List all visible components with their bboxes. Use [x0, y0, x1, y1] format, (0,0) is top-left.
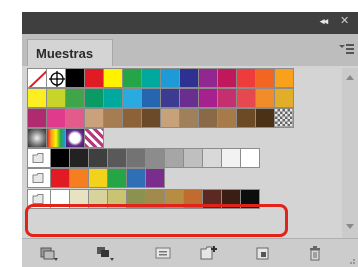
color-swatch[interactable] — [126, 168, 146, 188]
color-swatch[interactable] — [107, 148, 127, 168]
panel-bottom-toolbar — [22, 238, 358, 267]
color-swatch[interactable] — [198, 68, 218, 88]
swatch-gradient[interactable] — [46, 128, 66, 148]
resize-grip-icon[interactable] — [346, 255, 356, 265]
color-swatch[interactable] — [88, 168, 108, 188]
color-swatch[interactable] — [27, 88, 47, 108]
panel-title-bar: ◂◂ ✕ — [22, 12, 358, 34]
color-swatch[interactable] — [50, 148, 70, 168]
highlight-outline — [25, 204, 288, 237]
color-swatch[interactable] — [141, 108, 161, 128]
color-swatch[interactable] — [65, 88, 85, 108]
color-swatch[interactable] — [179, 68, 199, 88]
swatch-registration[interactable] — [46, 68, 66, 88]
color-swatch[interactable] — [88, 148, 108, 168]
new-swatch-icon[interactable] — [254, 245, 272, 261]
color-swatch[interactable] — [202, 148, 222, 168]
color-swatch[interactable] — [69, 148, 89, 168]
tab-label: Muestras — [36, 46, 94, 61]
swatch-row — [27, 108, 336, 128]
color-swatch[interactable] — [50, 168, 70, 188]
color-swatch[interactable] — [84, 88, 104, 108]
swatch-libraries-icon[interactable] — [40, 245, 58, 261]
tab-row: Muestras — [22, 34, 358, 66]
color-swatch[interactable] — [122, 88, 142, 108]
color-swatch[interactable] — [160, 68, 180, 88]
color-swatch[interactable] — [141, 88, 161, 108]
delete-swatch-icon[interactable] — [306, 245, 324, 261]
swatch-pattern[interactable] — [84, 128, 104, 148]
swatches-panel: ◂◂ ✕ Muestras — [22, 12, 358, 267]
color-swatch[interactable] — [255, 88, 275, 108]
scrollbar[interactable] — [342, 68, 358, 238]
color-swatch[interactable] — [217, 88, 237, 108]
collapse-icon[interactable]: ◂◂ — [320, 16, 328, 27]
color-swatch[interactable] — [103, 108, 123, 128]
color-swatch[interactable] — [160, 108, 180, 128]
color-swatch[interactable] — [183, 148, 203, 168]
show-swatch-kinds-icon[interactable] — [96, 245, 114, 261]
panel-menu-icon[interactable] — [338, 42, 354, 56]
color-swatch[interactable] — [179, 88, 199, 108]
swatch-pattern[interactable] — [274, 108, 294, 128]
color-swatch[interactable] — [145, 148, 165, 168]
color-swatch[interactable] — [164, 148, 184, 168]
color-swatch[interactable] — [141, 68, 161, 88]
color-swatch[interactable] — [69, 168, 89, 188]
color-swatch[interactable] — [179, 108, 199, 128]
color-swatch[interactable] — [103, 68, 123, 88]
color-swatch[interactable] — [217, 68, 237, 88]
color-swatch[interactable] — [236, 68, 256, 88]
swatch-gradient[interactable] — [65, 128, 85, 148]
color-swatch[interactable] — [160, 88, 180, 108]
scroll-down-icon[interactable] — [342, 218, 358, 234]
color-swatch[interactable] — [65, 108, 85, 128]
color-swatch[interactable] — [255, 68, 275, 88]
color-swatch[interactable] — [65, 68, 85, 88]
new-color-group-icon[interactable] — [200, 245, 218, 261]
swatch-none[interactable] — [27, 68, 48, 88]
color-swatch[interactable] — [198, 108, 218, 128]
color-swatch[interactable] — [240, 148, 260, 168]
color-swatch[interactable] — [27, 108, 47, 128]
swatch-row — [27, 168, 336, 188]
color-group-folder-icon[interactable] — [27, 148, 51, 168]
swatch-row — [27, 148, 336, 168]
color-swatch[interactable] — [145, 168, 165, 188]
swatch-row — [27, 68, 336, 88]
swatch-row — [27, 128, 336, 148]
color-swatch[interactable] — [122, 108, 142, 128]
color-swatch[interactable] — [236, 108, 256, 128]
color-swatch[interactable] — [84, 108, 104, 128]
color-swatch[interactable] — [274, 88, 294, 108]
color-swatch[interactable] — [46, 88, 66, 108]
color-swatch[interactable] — [217, 108, 237, 128]
color-swatch[interactable] — [236, 88, 256, 108]
scroll-up-icon[interactable] — [342, 70, 358, 86]
color-swatch[interactable] — [103, 88, 123, 108]
swatch-options-icon[interactable] — [154, 245, 172, 261]
color-swatch[interactable] — [107, 168, 127, 188]
color-swatch[interactable] — [126, 148, 146, 168]
color-swatch[interactable] — [255, 108, 275, 128]
color-swatch[interactable] — [198, 88, 218, 108]
close-icon[interactable]: ✕ — [340, 14, 349, 27]
swatch-gradient[interactable] — [27, 128, 47, 148]
tab-muestras[interactable]: Muestras — [27, 39, 113, 66]
color-swatch[interactable] — [122, 68, 142, 88]
color-group-folder-icon[interactable] — [27, 168, 51, 188]
color-swatch[interactable] — [274, 68, 294, 88]
swatch-row — [27, 88, 336, 108]
color-swatch[interactable] — [221, 148, 241, 168]
color-swatch[interactable] — [84, 68, 104, 88]
color-swatch[interactable] — [46, 108, 66, 128]
